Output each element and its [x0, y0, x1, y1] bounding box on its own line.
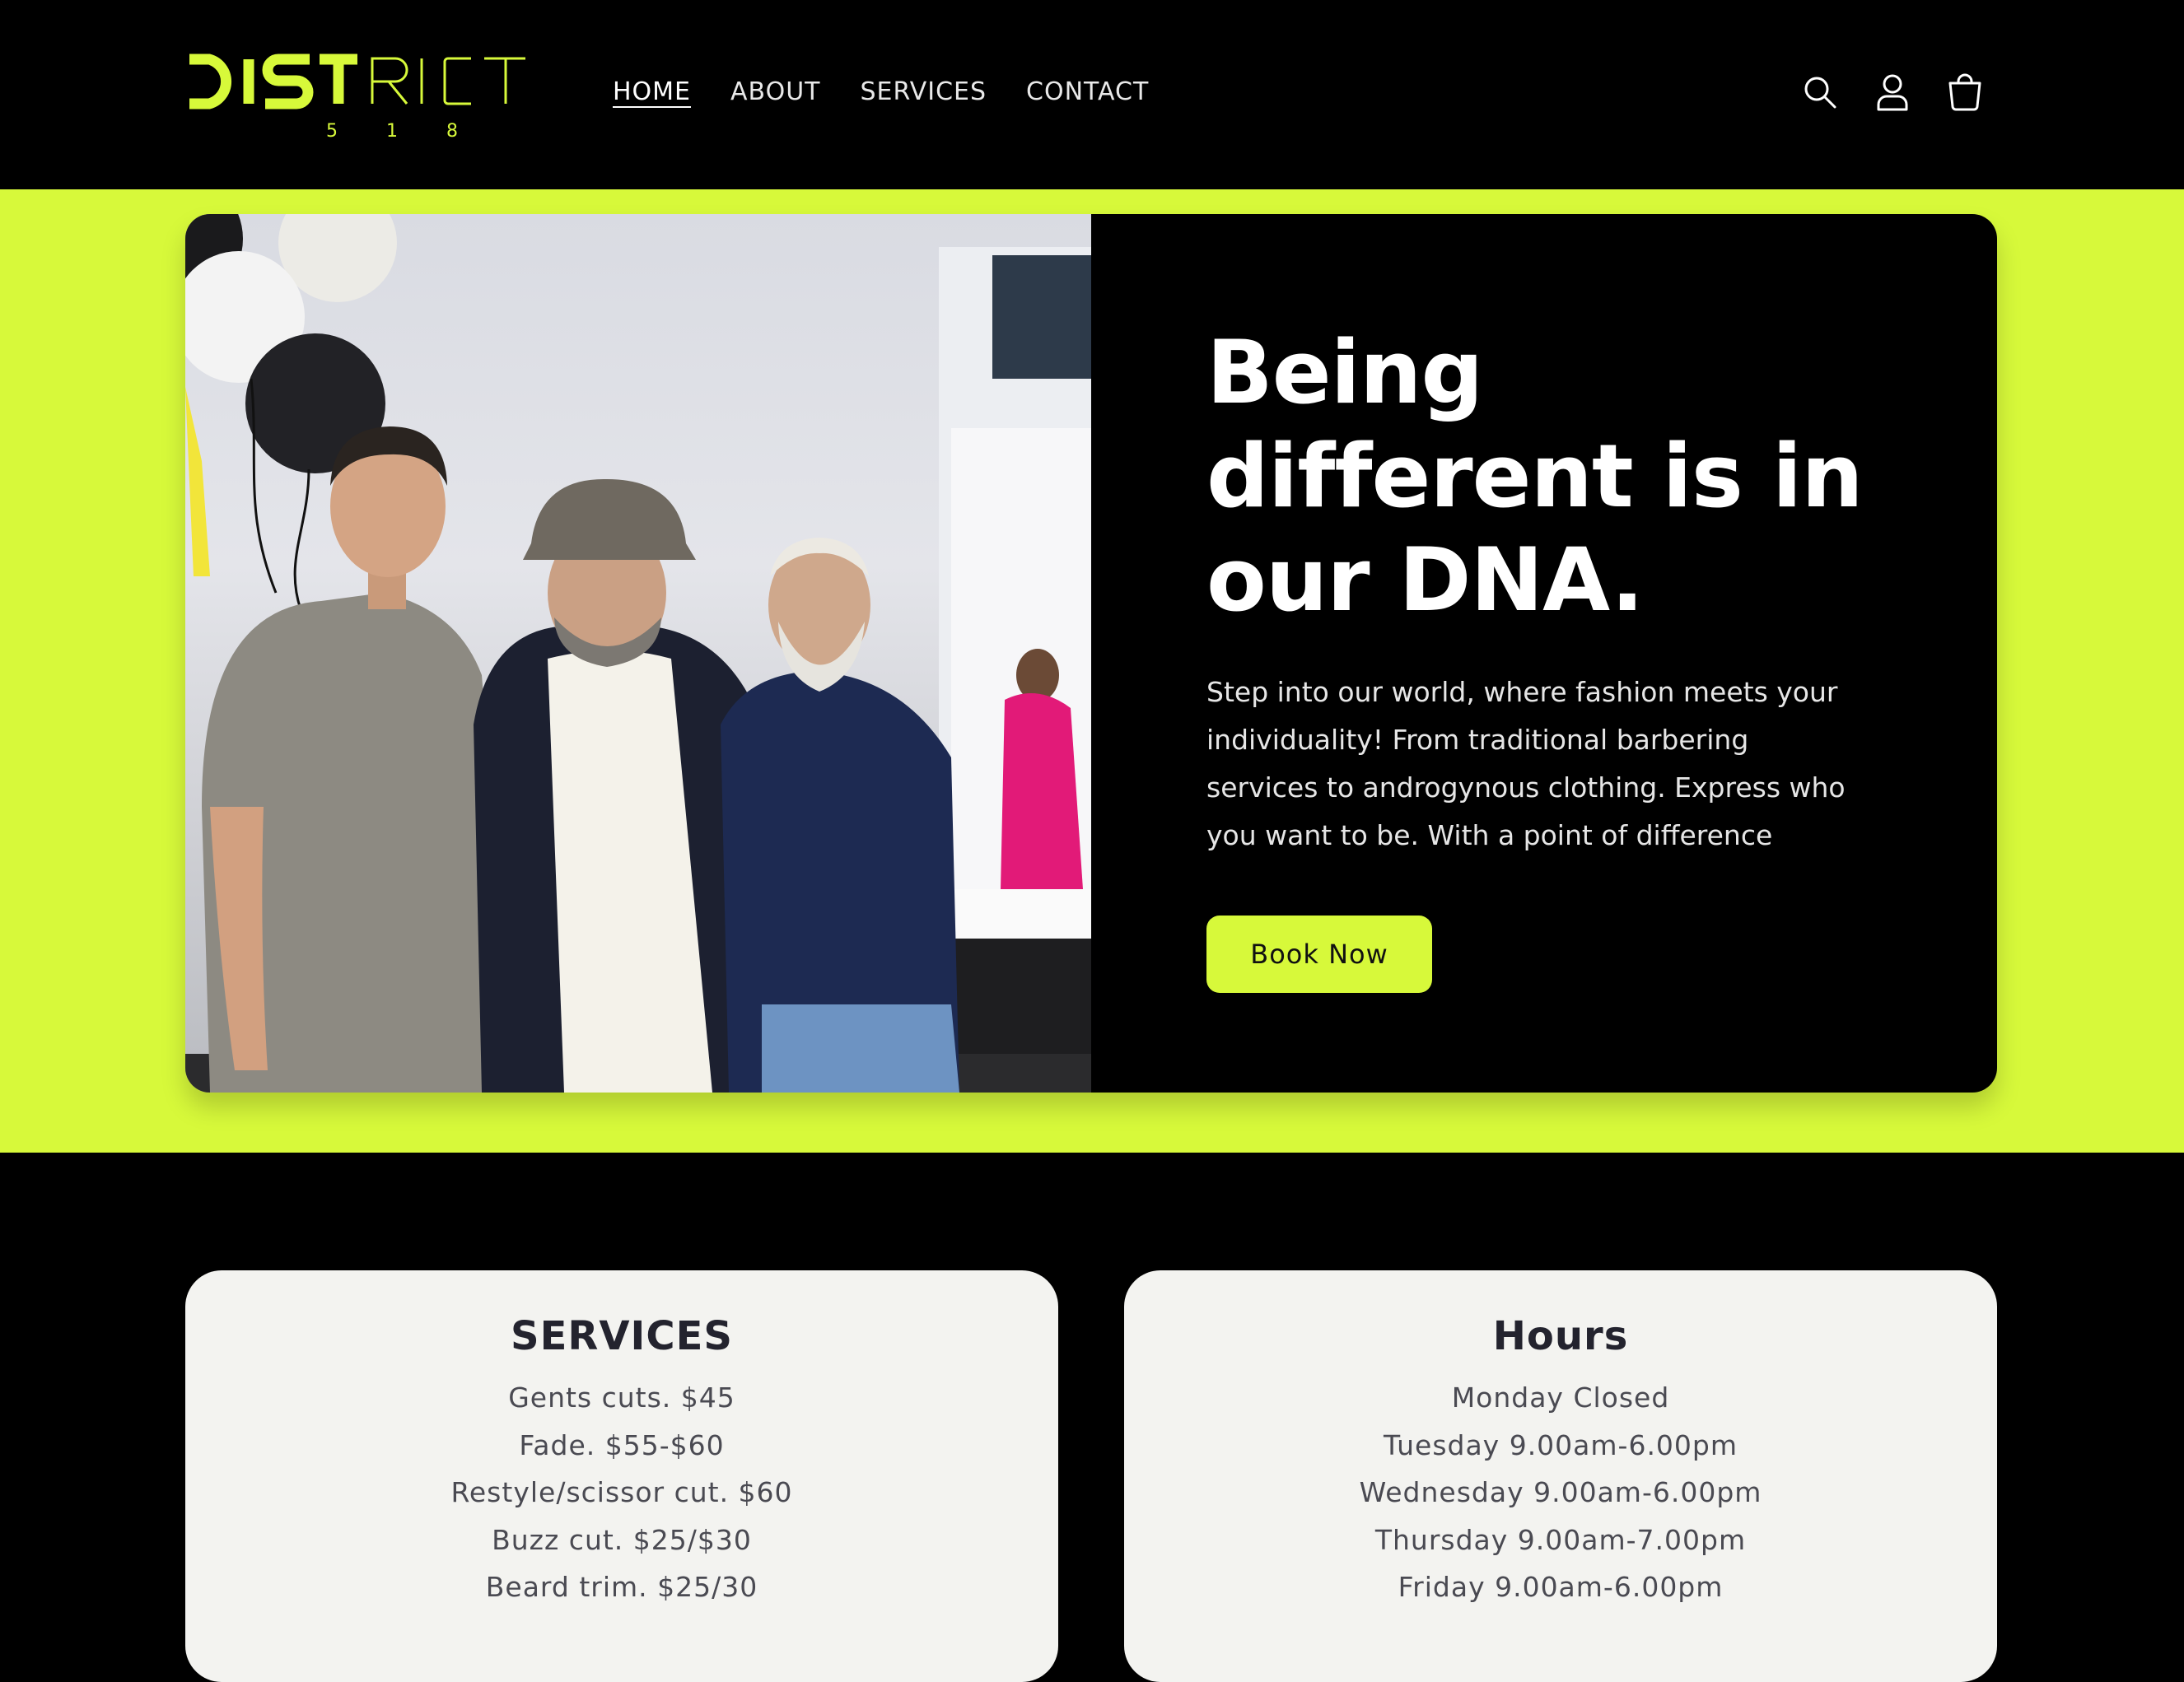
nav-home[interactable]: HOME [613, 72, 691, 112]
account-icon[interactable] [1873, 69, 1912, 115]
hero-description: Step into our world, where fashion meets… [1206, 676, 1846, 851]
hours-card: Hours Monday Closed Tuesday 9.00am-6.00p… [1124, 1270, 1997, 1682]
cart-icon[interactable] [1945, 69, 1985, 115]
services-heading: SERVICES [511, 1313, 733, 1359]
hero-photo [185, 214, 1091, 1093]
logo-subtext: 5 1 8 [326, 121, 479, 142]
service-item: Restyle/scissor cut. $60 [450, 1476, 793, 1508]
hours-list: Monday Closed Tuesday 9.00am-6.00pm Wedn… [1124, 1374, 1997, 1611]
site-header: 5 1 8 HOME ABOUT SERVICES CONTACT [0, 0, 2184, 189]
hours-item: Monday Closed [1451, 1381, 1670, 1414]
services-list: Gents cuts. $45 Fade. $55-$60 Restyle/sc… [185, 1374, 1058, 1611]
nav-about[interactable]: ABOUT [730, 72, 820, 112]
hours-item: Thursday 9.00am-7.00pm [1374, 1523, 1747, 1556]
book-now-button[interactable]: Book Now [1206, 916, 1432, 993]
hours-item: Wednesday 9.00am-6.00pm [1359, 1476, 1762, 1508]
nav-contact[interactable]: CONTACT [1026, 72, 1149, 112]
services-card: SERVICES Gents cuts. $45 Fade. $55-$60 R… [185, 1270, 1058, 1682]
hero-title: Being different is in our DNA. [1206, 322, 1864, 631]
hero-text: Being different is in our DNA. Step into… [1206, 321, 1882, 993]
header-actions [1800, 69, 1985, 115]
hero-section: Being different is in our DNA. Step into… [0, 189, 2184, 1153]
service-item: Fade. $55-$60 [519, 1428, 725, 1461]
district-logo[interactable]: 5 1 8 [186, 48, 548, 147]
service-item: Beard trim. $25/30 [485, 1571, 758, 1603]
search-icon[interactable] [1800, 69, 1840, 115]
hours-item: Friday 9.00am-6.00pm [1398, 1571, 1724, 1603]
hero-card: Being different is in our DNA. Step into… [185, 214, 1997, 1093]
nav-services[interactable]: SERVICES [861, 72, 987, 112]
service-item: Buzz cut. $25/$30 [492, 1523, 752, 1556]
hours-item: Tuesday 9.00am-6.00pm [1383, 1428, 1738, 1461]
main-nav: HOME ABOUT SERVICES CONTACT [613, 72, 1149, 112]
hours-heading: Hours [1492, 1313, 1629, 1359]
service-item: Gents cuts. $45 [508, 1381, 735, 1414]
